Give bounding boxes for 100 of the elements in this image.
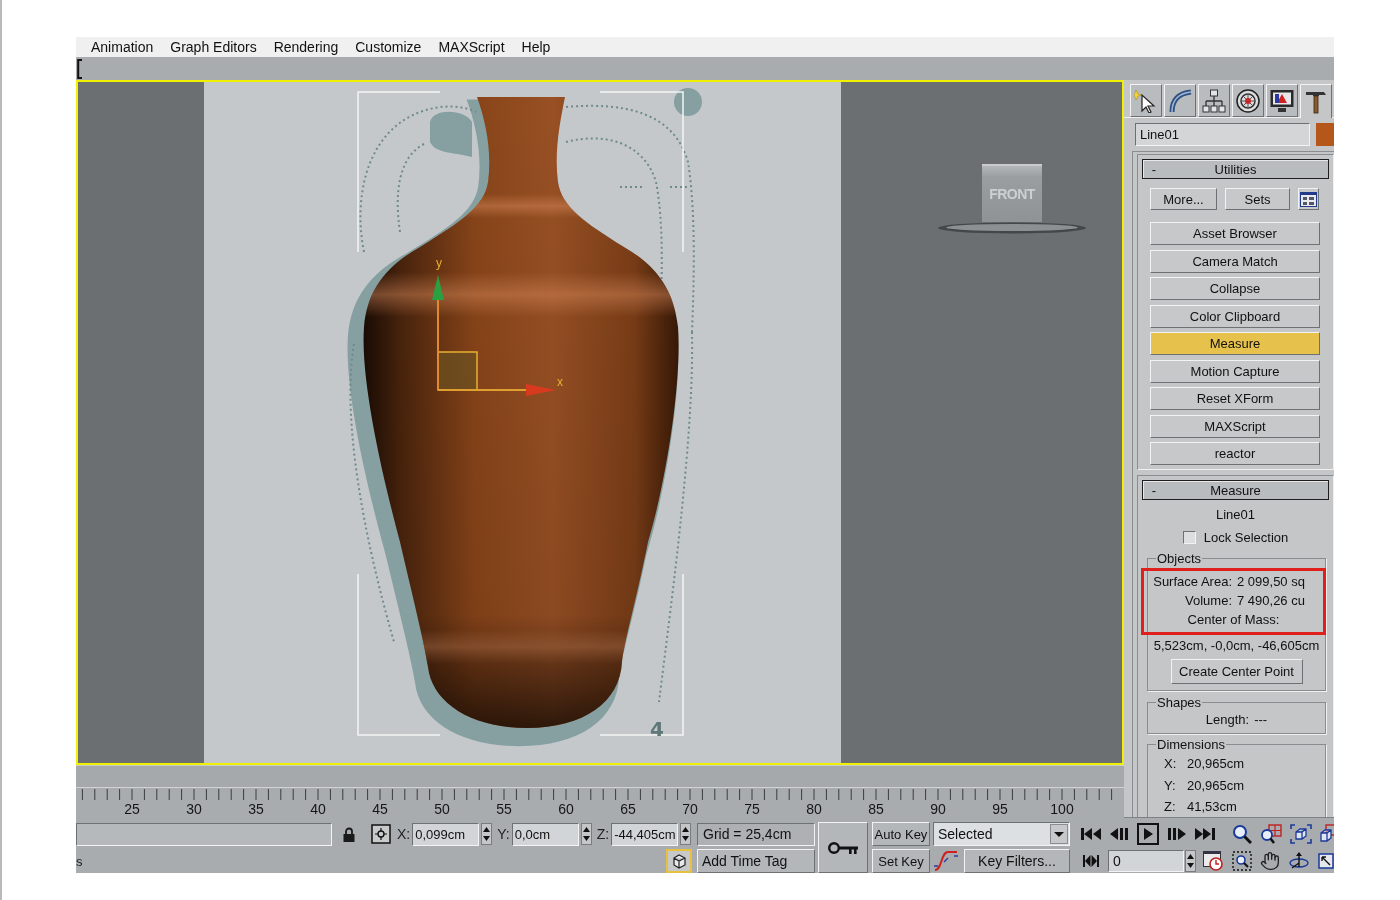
key-icon <box>828 840 858 855</box>
utility-button[interactable]: Reset XForm <box>1150 387 1320 410</box>
frame-number: 55 <box>495 800 513 818</box>
field-label: Z: <box>1164 799 1177 814</box>
field-value: 5,523cm, -0,0cm, -46,605cm <box>1152 638 1321 653</box>
zoom-icon[interactable] <box>1232 824 1252 844</box>
group-title: Dimensions <box>1156 737 1226 752</box>
group-title: Objects <box>1156 551 1203 566</box>
configure-button[interactable] <box>1298 188 1319 210</box>
key-filters-button[interactable]: Key Filters... <box>964 849 1070 873</box>
object-name-field[interactable]: Line01 <box>1135 123 1310 146</box>
sets-button[interactable]: Sets <box>1225 188 1290 210</box>
menu-item[interactable]: Graph Editors <box>170 38 257 56</box>
field-label: Y: <box>1164 777 1177 793</box>
sketch-number: 4 <box>650 717 664 741</box>
field-value: 20,965cm <box>1187 756 1246 771</box>
menu-item[interactable]: MAXScript <box>438 38 505 56</box>
field-value: --- <box>1254 712 1268 727</box>
zoom-region-icon[interactable] <box>1232 851 1252 871</box>
utility-button[interactable]: Collapse <box>1150 277 1320 300</box>
time-configuration-icon[interactable] <box>1203 851 1223 871</box>
key-curve-icon[interactable] <box>933 850 959 872</box>
skip-to-start-icon[interactable] <box>1081 828 1101 840</box>
menu-item[interactable]: Customize <box>355 38 422 56</box>
spinner-icon[interactable] <box>1185 850 1196 872</box>
frame-number: 40 <box>309 800 327 818</box>
object-color-swatch[interactable] <box>1316 123 1334 146</box>
previous-frame-icon[interactable] <box>1110 828 1128 840</box>
key-mode-icon[interactable] <box>1083 855 1099 867</box>
frame-number: 85 <box>867 800 885 818</box>
checkbox-label: Lock Selection <box>1203 530 1289 545</box>
axis-label: Y: <box>497 826 510 842</box>
zoom-extents-icon[interactable] <box>1290 824 1312 844</box>
spinner-icon[interactable] <box>680 823 692 845</box>
utility-button[interactable]: reactor <box>1150 442 1320 465</box>
bracket-icon[interactable] <box>77 58 82 79</box>
window-grid-icon <box>1300 191 1317 207</box>
lock-icon[interactable] <box>343 826 355 842</box>
frame-number: 45 <box>371 800 389 818</box>
grid-size-status: Grid = 25,4cm <box>697 822 815 846</box>
field-value: 20,965cm <box>1187 777 1246 793</box>
rollout-header[interactable]: - Utilities <box>1142 159 1329 179</box>
coordinate-field[interactable]: 0,0cm <box>511 822 579 846</box>
crosshair-square-icon[interactable] <box>371 824 391 844</box>
menu-item[interactable]: Rendering <box>273 38 339 56</box>
field-value: 2 099,50 sq <box>1237 574 1306 589</box>
utility-button[interactable]: Camera Match <box>1150 249 1320 273</box>
play-icon[interactable] <box>1137 823 1159 845</box>
orbit-icon[interactable] <box>1288 851 1310 871</box>
field-label: Center of Mass: <box>1186 612 1281 627</box>
coordinate-field[interactable]: -44,405cm <box>611 822 679 846</box>
field-label: Surface Area: <box>1152 574 1232 589</box>
compass-ring[interactable] <box>937 222 1087 234</box>
field-label: X: <box>1164 756 1178 771</box>
script-field[interactable] <box>76 822 332 846</box>
axis-label: x <box>557 375 563 389</box>
spinner-icon[interactable] <box>580 823 592 845</box>
hand-icon[interactable] <box>1260 851 1280 871</box>
set-keys-button[interactable] <box>818 822 868 873</box>
skip-to-end-icon[interactable] <box>1195 828 1215 840</box>
maximize-icon[interactable] <box>1318 851 1334 871</box>
viewport[interactable]: y x 4 FRONT <box>76 80 1124 765</box>
create-center-point-button[interactable]: Create Center Point <box>1170 659 1303 684</box>
zoom-all-icon[interactable] <box>1260 824 1282 844</box>
more-button[interactable]: More... <box>1150 188 1217 210</box>
move-gizmo[interactable] <box>432 275 556 396</box>
frame-number: 25 <box>123 800 141 818</box>
utility-button[interactable]: Color Clipboard <box>1150 304 1320 328</box>
menu-item[interactable]: Animation <box>91 38 154 56</box>
spinner-icon[interactable] <box>481 823 493 845</box>
utility-button[interactable]: Measure <box>1150 332 1320 355</box>
key-mode-dropdown[interactable]: Selected <box>933 822 1070 846</box>
frame-number: 100 <box>1049 800 1075 818</box>
utility-button[interactable]: Motion Capture <box>1150 359 1320 383</box>
cube-icon[interactable] <box>666 849 692 873</box>
frame-number: 30 <box>185 800 203 818</box>
frame-number: 95 <box>991 800 1009 818</box>
rollout-header[interactable]: - Measure <box>1142 480 1329 500</box>
frame-field[interactable]: 0 <box>1108 850 1184 872</box>
add-time-tag-button[interactable]: Add Time Tag <box>697 849 815 873</box>
frame-number: 65 <box>619 800 637 818</box>
field-value: 7 490,26 cu <box>1237 593 1306 608</box>
utility-button[interactable]: MAXScript <box>1150 414 1320 438</box>
menu-item[interactable]: Help <box>521 38 551 56</box>
status-text: s <box>76 853 83 869</box>
next-frame-icon[interactable] <box>1168 828 1186 840</box>
utility-button[interactable]: Asset Browser <box>1150 222 1320 245</box>
coordinate-field[interactable]: 0,099cm <box>412 822 480 846</box>
field-label: Length: <box>1205 712 1250 727</box>
frame-number: 35 <box>247 800 265 818</box>
axis-label: y <box>436 256 442 270</box>
frame-number: 60 <box>557 800 575 818</box>
checkbox[interactable] <box>1182 531 1196 544</box>
auto-key-button[interactable]: Auto Key <box>872 822 930 846</box>
frame-number: 90 <box>929 800 947 818</box>
time-slider-track[interactable] <box>76 765 1124 787</box>
frame-number: 80 <box>805 800 823 818</box>
set-key-button[interactable]: Set Key <box>872 849 930 873</box>
axis-label: Z: <box>596 826 610 842</box>
zoom-extents-all-icon[interactable] <box>1320 824 1334 844</box>
